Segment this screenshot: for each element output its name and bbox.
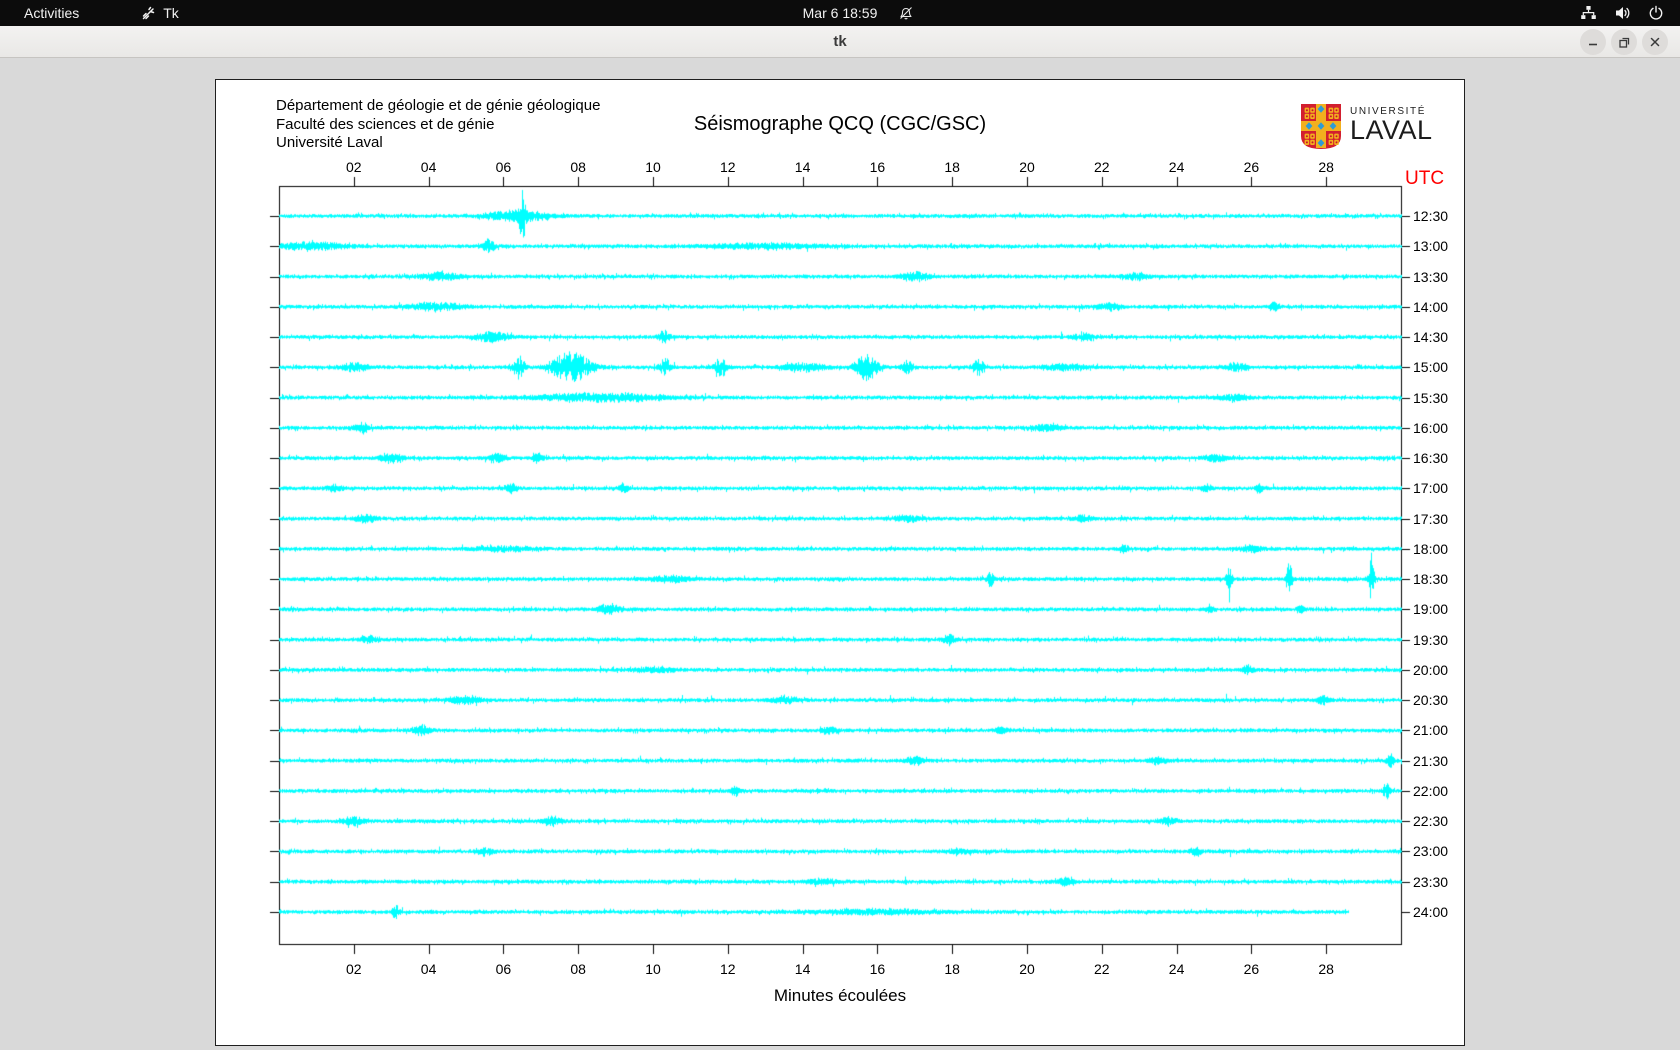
speaker-icon xyxy=(1614,5,1631,21)
app-indicator-tk[interactable]: Tk xyxy=(141,5,179,21)
x-tick-label: 22 xyxy=(1094,961,1110,977)
x-tick-label: 12 xyxy=(720,159,736,175)
x-tick-label: 24 xyxy=(1168,159,1185,175)
utc-row-label: 22:00 xyxy=(1413,782,1449,799)
x-tick-label: 20 xyxy=(1019,159,1035,175)
utc-row-label: 14:00 xyxy=(1413,298,1449,315)
utc-row-label: 24:00 xyxy=(1413,903,1449,920)
tk-feather-icon xyxy=(141,6,156,21)
x-tick-label: 14 xyxy=(794,961,811,977)
clock[interactable]: Mar 6 18:59 xyxy=(803,0,878,26)
close-button[interactable] xyxy=(1642,29,1668,55)
bell-crossed-icon xyxy=(898,5,914,21)
utc-row-label: 23:30 xyxy=(1413,873,1449,890)
x-tick-label: 24 xyxy=(1168,961,1185,977)
seismograph-canvas-widget: Département de géologie et de génie géol… xyxy=(215,79,1465,1046)
utc-row-label: 20:30 xyxy=(1413,692,1449,709)
x-tick-label: 02 xyxy=(346,961,362,977)
x-tick-label: 28 xyxy=(1318,159,1334,175)
wired-network-icon xyxy=(1580,5,1597,21)
minimize-button[interactable] xyxy=(1580,29,1606,55)
laval-logo: UNIVERSITÉ LAVAL xyxy=(1300,103,1433,155)
x-tick-label: 18 xyxy=(944,159,960,175)
utc-row-label: 17:00 xyxy=(1413,480,1449,497)
org-line-1: Département de géologie et de génie géol… xyxy=(276,97,601,114)
utc-row-label: 13:00 xyxy=(1413,238,1449,255)
x-tick-label: 22 xyxy=(1094,159,1110,175)
activities-button[interactable]: Activities xyxy=(14,3,89,23)
maximize-button[interactable] xyxy=(1611,29,1637,55)
utc-row-label: 20:00 xyxy=(1413,661,1449,678)
utc-row-label: 21:00 xyxy=(1413,722,1449,739)
utc-row-label: 15:00 xyxy=(1413,359,1449,376)
x-tick-label: 08 xyxy=(570,961,586,977)
utc-row-label: 21:30 xyxy=(1413,752,1449,769)
utc-row-label: 19:00 xyxy=(1413,601,1449,618)
app-indicator-label: Tk xyxy=(163,5,179,21)
gnome-top-bar: Activities Tk Mar 6 18:59 xyxy=(0,0,1680,26)
x-tick-label: 08 xyxy=(570,159,586,175)
close-icon xyxy=(1650,37,1660,47)
x-tick-label: 06 xyxy=(495,159,512,175)
x-axis-label: Minutes écoulées xyxy=(773,986,907,1005)
x-tick-label: 18 xyxy=(944,961,960,977)
power-icon xyxy=(1648,5,1664,21)
utc-row-label: 22:30 xyxy=(1413,813,1449,830)
laval-logo-text: UNIVERSITÉ LAVAL xyxy=(1350,103,1433,145)
x-tick-label: 26 xyxy=(1243,159,1260,175)
utc-row-label: 19:30 xyxy=(1413,631,1449,648)
window-titlebar[interactable]: tk xyxy=(0,26,1680,58)
utc-axis-label: UTC xyxy=(1405,168,1445,189)
x-tick-label: 12 xyxy=(720,961,736,977)
seismogram-canvas xyxy=(216,80,1464,1045)
window-title: tk xyxy=(833,33,847,50)
x-tick-label: 14 xyxy=(794,159,811,175)
utc-row-label: 13:30 xyxy=(1413,268,1449,285)
x-tick-label: 16 xyxy=(869,159,886,175)
x-tick-label: 26 xyxy=(1243,961,1260,977)
laval-shield-icon xyxy=(1300,103,1342,155)
utc-row-label: 12:30 xyxy=(1413,208,1449,224)
utc-row-label: 23:00 xyxy=(1413,843,1449,860)
x-tick-label: 10 xyxy=(645,159,661,175)
x-tick-label: 04 xyxy=(420,961,437,977)
utc-row-label: 16:30 xyxy=(1413,450,1449,467)
utc-row-label: 15:30 xyxy=(1413,389,1449,406)
system-status-area[interactable] xyxy=(1580,0,1664,26)
x-tick-label: 02 xyxy=(346,159,362,175)
logo-laval: LAVAL xyxy=(1350,115,1433,145)
minimize-icon xyxy=(1589,43,1597,46)
plot-title: Séismographe QCQ (CGC/GSC) xyxy=(693,113,987,135)
tk-window-content: Département de géologie et de génie géol… xyxy=(0,58,1680,1050)
org-line-3: Université Laval xyxy=(276,134,383,151)
maximize-icon xyxy=(1618,37,1629,48)
x-tick-label: 20 xyxy=(1019,961,1035,977)
utc-row-label: 18:30 xyxy=(1413,571,1449,588)
utc-row-label: 17:30 xyxy=(1413,510,1449,527)
x-tick-label: 16 xyxy=(869,961,886,977)
organization-text: Département de géologie et de génie géol… xyxy=(276,97,600,153)
x-tick-label: 06 xyxy=(495,961,512,977)
utc-row-label: 16:00 xyxy=(1413,419,1449,436)
x-tick-label: 04 xyxy=(420,159,437,175)
x-tick-label: 28 xyxy=(1318,961,1334,977)
utc-row-label: 14:30 xyxy=(1413,329,1449,346)
org-line-2: Faculté des sciences et de génie xyxy=(276,115,495,133)
utc-row-label: 18:00 xyxy=(1413,540,1449,557)
x-tick-label: 10 xyxy=(645,961,661,977)
